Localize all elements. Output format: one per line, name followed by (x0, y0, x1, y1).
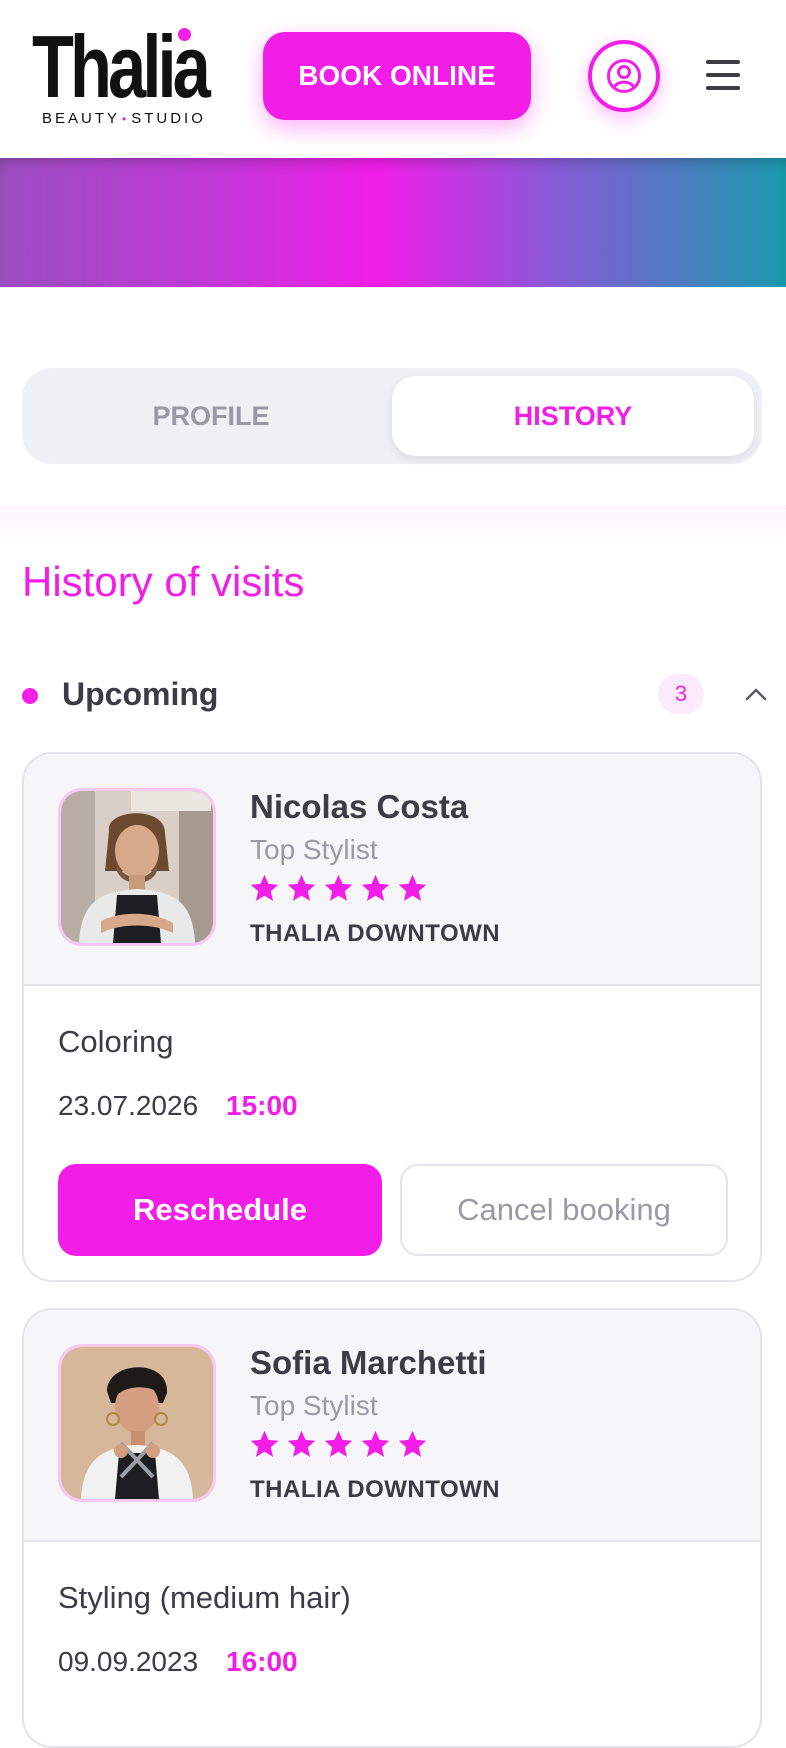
star-icon (250, 874, 279, 901)
service-name: Coloring (58, 1024, 174, 1059)
stylist-photo (61, 1347, 213, 1499)
status-dot (22, 688, 38, 704)
stylist-info: Nicolas Costa Top Stylist THALIA DOWNTOW… (24, 754, 760, 986)
visit-card: Nicolas Costa Top Stylist THALIA DOWNTOW… (22, 752, 762, 1282)
star-icon (361, 1430, 390, 1457)
section-divider (0, 505, 786, 545)
service-name: Styling (medium hair) (58, 1580, 351, 1615)
group-label: Upcoming (62, 676, 219, 712)
book-online-button[interactable]: BOOK ONLINE (263, 32, 531, 120)
logo-tagline: BEAUTY • STUDIO (42, 110, 206, 127)
user-circle-icon (607, 59, 641, 93)
visit-card: Sofia Marchetti Top Stylist THALIA DOWNT… (22, 1308, 762, 1748)
star-icon (324, 874, 353, 901)
logo-dot (178, 28, 191, 41)
stylist-name[interactable]: Nicolas Costa (250, 788, 468, 826)
salon-name: THALIA DOWNTOWN (250, 920, 501, 947)
rating-stars (248, 1428, 429, 1461)
count-badge: 3 (658, 674, 704, 714)
tab-history[interactable]: HISTORY (392, 376, 754, 456)
stylist-name[interactable]: Sofia Marchetti (250, 1344, 487, 1382)
hamburger-menu-icon[interactable] (706, 60, 742, 90)
profile-tabs: PROFILE HISTORY (22, 368, 762, 464)
tagline-separator: • (122, 112, 130, 126)
visit-date: 09.09.2023 (58, 1646, 199, 1677)
section-title: History of visits (22, 558, 305, 605)
thalia-logo[interactable]: Thalia BEAUTY • STUDIO (32, 23, 211, 134)
app-header: Thalia BEAUTY • STUDIO BOOK ONLINE (0, 0, 786, 158)
star-icon (324, 1430, 353, 1457)
reschedule-button[interactable]: Reschedule (58, 1164, 382, 1256)
star-icon (287, 1430, 316, 1457)
visit-time: 15:00 (226, 1090, 298, 1121)
stylist-role: Top Stylist (250, 834, 378, 865)
gradient-banner (0, 158, 786, 287)
rating-stars (248, 872, 429, 905)
stylist-photo (61, 791, 213, 943)
stylist-info: Sofia Marchetti Top Stylist THALIA DOWNT… (24, 1310, 760, 1542)
tagline-right: STUDIO (131, 110, 206, 127)
stylist-role: Top Stylist (250, 1390, 378, 1421)
tab-profile[interactable]: PROFILE (30, 376, 392, 456)
star-icon (250, 1430, 279, 1457)
star-icon (287, 874, 316, 901)
star-icon (398, 874, 427, 901)
salon-name: THALIA DOWNTOWN (250, 1476, 501, 1503)
upcoming-group-header[interactable]: Upcoming 3 (22, 668, 767, 724)
visit-date: 23.07.2026 (58, 1090, 199, 1121)
tagline-left: BEAUTY (42, 110, 121, 127)
user-account-button[interactable] (588, 40, 660, 112)
stylist-avatar[interactable] (58, 788, 216, 946)
stylist-avatar[interactable] (58, 1344, 216, 1502)
star-icon (398, 1430, 427, 1457)
cancel-booking-button[interactable]: Cancel booking (400, 1164, 728, 1256)
star-icon (361, 874, 390, 901)
chevron-up-icon[interactable] (744, 682, 768, 706)
visit-time: 16:00 (226, 1646, 298, 1677)
